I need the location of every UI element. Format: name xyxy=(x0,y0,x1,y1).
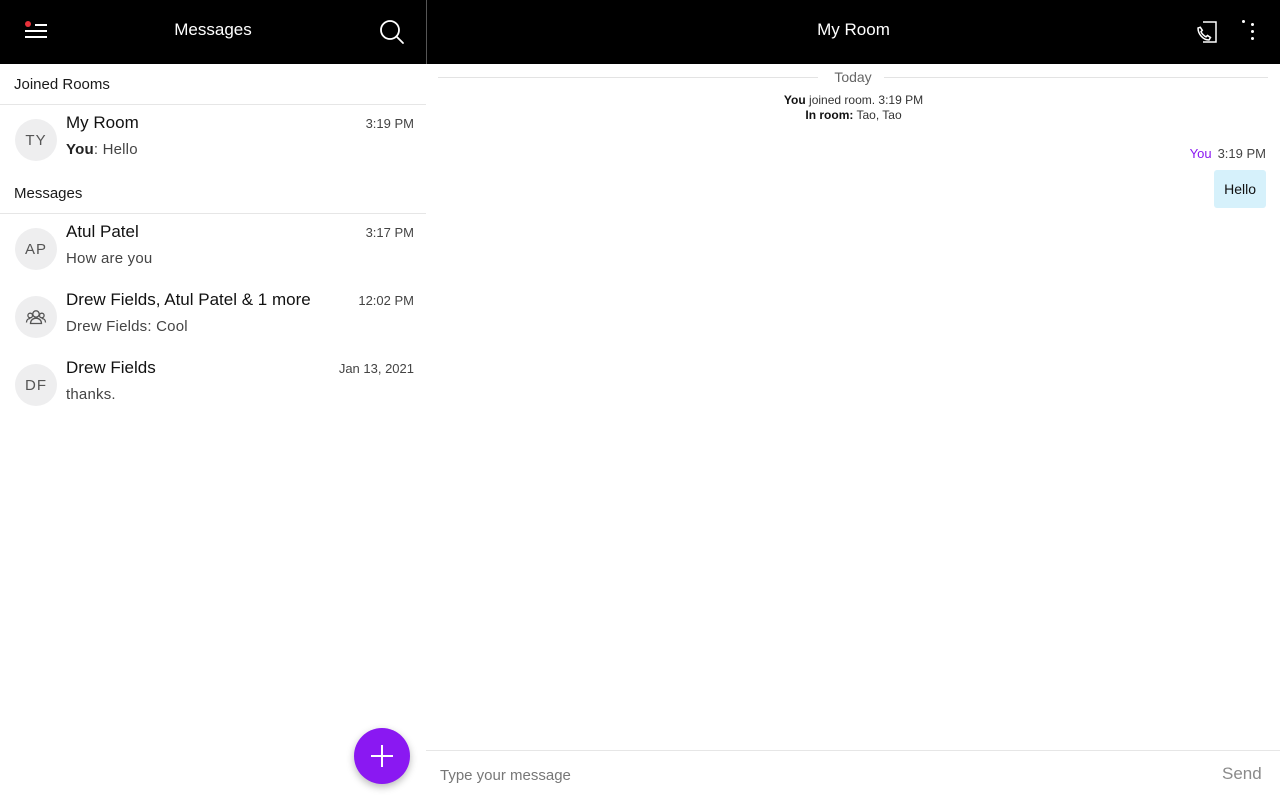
last-message-sender: You xyxy=(66,141,94,158)
search-icon xyxy=(380,20,404,44)
in-room-members: In room: Tao, Tao xyxy=(427,108,1280,122)
message-sender: You xyxy=(1189,146,1212,161)
call-button[interactable] xyxy=(1194,19,1220,45)
room-item-my-room[interactable]: TY My Room You: Hello 3:19 PM xyxy=(0,105,426,173)
conversation-preview: Drew Fields: Cool xyxy=(66,318,188,335)
messages-section-label: Messages xyxy=(14,185,83,202)
page-title: Messages xyxy=(174,20,252,39)
conversation-preview: thanks. xyxy=(66,386,116,403)
message-time: 3:19 PM xyxy=(1217,146,1266,161)
room-time: 3:19 PM xyxy=(365,116,414,131)
avatar: AP xyxy=(15,228,57,270)
conversation-time: 12:02 PM xyxy=(358,293,414,308)
message-bubble[interactable]: Hello xyxy=(1214,170,1266,208)
conversation-name: Drew Fields, Atul Patel & 1 more xyxy=(66,290,311,309)
conversation-preview: How are you xyxy=(66,250,153,267)
avatar: DF xyxy=(15,364,57,406)
conversation-time: Jan 13, 2021 xyxy=(338,361,414,376)
search-button[interactable] xyxy=(378,18,406,46)
conversation-item-atul-patel[interactable]: AP Atul Patel How are you 3:17 PM xyxy=(0,214,426,282)
new-message-button[interactable] xyxy=(354,728,410,784)
send-button[interactable]: Send xyxy=(1222,764,1262,784)
conversation-name: Atul Patel xyxy=(66,222,139,241)
conversation-item-drew-fields[interactable]: DF Drew Fields thanks. Jan 13, 2021 xyxy=(0,350,426,418)
system-event-actor: You xyxy=(783,93,806,107)
conversation-time: 3:17 PM xyxy=(365,225,414,240)
room-name: My Room xyxy=(66,113,139,132)
composer-divider xyxy=(426,750,1280,751)
chat-header: My Room xyxy=(427,0,1280,64)
messaging-app: Messages Joined Rooms TY My Room You: He… xyxy=(0,0,1280,800)
message-meta: You 3:19 PM xyxy=(1190,146,1266,161)
phone-call-icon xyxy=(1197,21,1217,43)
day-separator: Today xyxy=(438,68,1268,88)
day-separator-label: Today xyxy=(824,69,882,85)
avatar: TY xyxy=(15,119,57,161)
conversation-name: Drew Fields xyxy=(66,358,156,377)
system-event-text: joined room. 3:19 PM xyxy=(809,93,924,107)
room-last-message: You: Hello xyxy=(66,141,138,158)
last-message-text: : Hello xyxy=(93,141,138,158)
in-room-label: In room: xyxy=(805,108,854,122)
conversation-list-header: Messages xyxy=(0,0,426,64)
group-icon xyxy=(25,310,47,325)
more-vertical-icon xyxy=(1242,20,1254,40)
in-room-member-names: Tao, Tao xyxy=(856,108,902,122)
conversation-item-group[interactable]: Drew Fields, Atul Patel & 1 more Drew Fi… xyxy=(0,282,426,350)
system-event-joined: You joined room. 3:19 PM xyxy=(427,93,1280,107)
avatar xyxy=(15,296,57,338)
room-title: My Room xyxy=(817,20,890,39)
message-input[interactable] xyxy=(440,762,1200,788)
joined-rooms-label: Joined Rooms xyxy=(14,76,110,93)
conversation-list-pane: Messages Joined Rooms TY My Room You: He… xyxy=(0,0,426,800)
more-options-button[interactable] xyxy=(1233,20,1254,44)
